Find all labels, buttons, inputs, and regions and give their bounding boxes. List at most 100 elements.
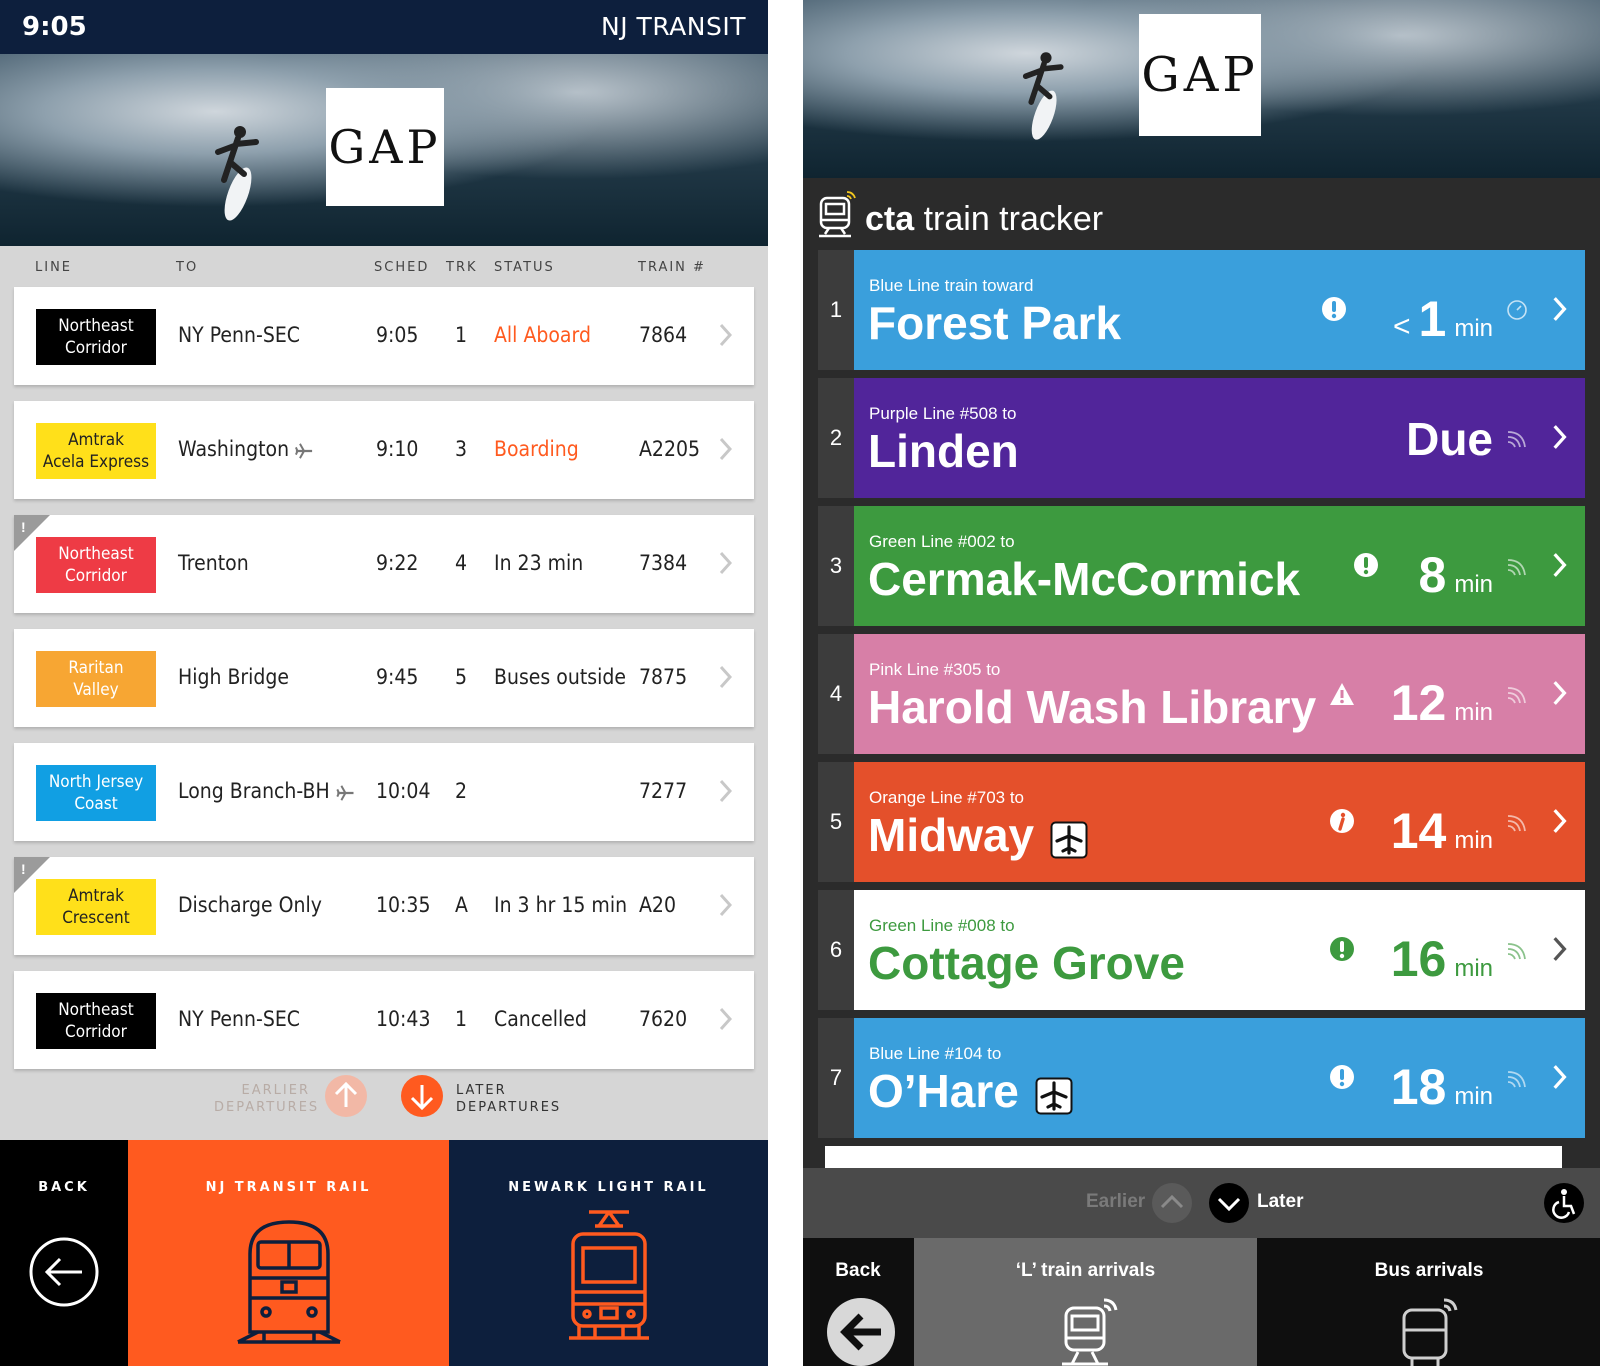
app-title: cta train tracker <box>865 200 1104 238</box>
arrival-card[interactable]: Blue Line train toward Forest Park < 1 m… <box>854 250 1585 370</box>
chevron-right-icon <box>718 437 733 461</box>
later-departures-label: LATER DEPARTURES <box>456 1083 562 1115</box>
nav-bus-arrivals[interactable]: Bus arrivals <box>1258 1238 1600 1366</box>
arrival-card[interactable]: Blue Line #104 to O’Hare 18 min <box>854 1018 1585 1138</box>
track: 1 <box>455 323 468 347</box>
destination: NY Penn-SEC <box>178 1007 300 1031</box>
eta-value: Due <box>1406 413 1493 465</box>
arrival-row[interactable]: 6 Green Line #008 to Cottage Grove 16 mi… <box>818 890 1585 1010</box>
route-label: Blue Line train toward <box>869 276 1034 295</box>
eta-unit: min <box>1454 315 1493 342</box>
status: All Aboard <box>494 323 591 347</box>
nav-back[interactable]: BACK <box>0 1140 128 1366</box>
col-sched: SCHED <box>374 260 430 275</box>
svg-text:!: ! <box>21 519 26 535</box>
clock-time: 9:05 <box>22 12 87 42</box>
destination: High Bridge <box>178 665 290 689</box>
nav-nj-transit-rail[interactable]: NJ TRANSIT RAIL <box>128 1140 449 1366</box>
chevron-right-icon <box>718 893 733 917</box>
train-number: 7277 <box>639 779 688 803</box>
partial-row-8[interactable] <box>825 1146 1562 1168</box>
line-badge: Northeast Corridor <box>36 537 156 593</box>
airport-icon <box>1035 1072 1073 1115</box>
row-number: 7 <box>818 1018 854 1138</box>
eta-value: 8 <box>1418 547 1447 603</box>
arrival-row[interactable]: 5 Orange Line #703 to Midway 14 min <box>818 762 1585 882</box>
track: 2 <box>455 779 468 803</box>
eta-value: 12 <box>1390 675 1447 731</box>
earlier-departures-button[interactable] <box>324 1074 368 1118</box>
later-button[interactable] <box>1208 1182 1250 1224</box>
destination: Linden <box>868 425 1019 477</box>
cta-train-tracker-panel: GAP cta train tracker 1 Blue Line train … <box>803 0 1600 1366</box>
status: Boarding <box>494 437 579 461</box>
departure-row[interactable]: Amtrak Acela Express Washington 9:10 3 Bo… <box>14 401 754 499</box>
destination: Trenton <box>178 551 249 575</box>
arrival-row[interactable]: 2 Purple Line #508 to Linden Due <box>818 378 1585 498</box>
destination: Discharge Only <box>178 893 322 917</box>
track: 3 <box>455 437 468 461</box>
train-number: 7384 <box>639 551 688 575</box>
row-number: 6 <box>818 890 854 1010</box>
line-badge: Amtrak Crescent <box>36 879 156 935</box>
track: 4 <box>455 551 468 575</box>
row-number: 1 <box>818 250 854 370</box>
exclaim-alert-icon <box>1353 552 1379 578</box>
departure-row[interactable]: Northeast Corridor NY Penn-SEC 9:05 1 All… <box>14 287 754 385</box>
scheduled-time: 10:35 <box>376 893 431 917</box>
later-departures-button[interactable] <box>400 1074 444 1118</box>
arrival-row[interactable]: 1 Blue Line train toward Forest Park < 1… <box>818 250 1585 370</box>
nav-l-train-arrivals[interactable]: ‘L’ train arrivals <box>914 1238 1257 1366</box>
cta-pager: Earlier Later <box>803 1168 1600 1238</box>
arrival-row[interactable]: 3 Green Line #002 to Cermak-McCormick 8 … <box>818 506 1585 626</box>
chevron-right-icon <box>718 551 733 575</box>
scheduled-time: 10:43 <box>376 1007 431 1031</box>
departure-row[interactable]: ! Amtrak Crescent Discharge Only 10:35 A … <box>14 857 754 955</box>
line-badge: Northeast Corridor <box>36 309 156 365</box>
departure-row[interactable]: ! Northeast Corridor Trenton 9:22 4 In 23… <box>14 515 754 613</box>
nj-transit-panel: 9:05 NJ TRANSIT GAP LINE TO SCHED TRK ST… <box>0 0 768 1366</box>
exclaim-alert-icon <box>1329 1064 1355 1090</box>
arrival-card[interactable]: Green Line #002 to Cermak-McCormick 8 mi… <box>854 506 1585 626</box>
track: 1 <box>455 1007 468 1031</box>
scheduled-time: 10:04 <box>376 779 431 803</box>
chevron-right-icon <box>718 323 733 347</box>
chevron-right-icon <box>1551 296 1567 322</box>
arrival-row[interactable]: 4 Pink Line #305 to Harold Wash Library … <box>818 634 1585 754</box>
arrival-card[interactable]: Orange Line #703 to Midway 14 min <box>854 762 1585 882</box>
nav-back[interactable]: Back <box>803 1238 913 1366</box>
accessibility-icon[interactable] <box>1543 1182 1585 1224</box>
departure-row[interactable]: Northeast Corridor NY Penn-SEC 10:43 1 Ca… <box>14 971 754 1069</box>
eta-value: 14 <box>1390 803 1447 859</box>
eta-value: 18 <box>1390 1059 1447 1115</box>
col-trk: TRK <box>446 260 478 275</box>
earlier-button[interactable] <box>1151 1182 1193 1224</box>
status: In 3 hr 15 min <box>494 893 628 917</box>
eta-unit: min <box>1454 827 1493 854</box>
gap-ad-banner[interactable]: GAP <box>0 54 768 246</box>
route-label: Pink Line #305 to <box>869 660 1001 679</box>
arrival-row[interactable]: 7 Blue Line #104 to O’Hare 18 min <box>818 1018 1585 1138</box>
eta: 14 min <box>1390 802 1493 859</box>
airport-icon <box>1050 816 1088 859</box>
arrival-card[interactable]: Pink Line #305 to Harold Wash Library 12… <box>854 634 1585 754</box>
arrival-card[interactable]: Green Line #008 to Cottage Grove 16 min <box>854 890 1585 1010</box>
nj-bottom-nav: BACK NJ TRANSIT RAIL NEWARK LIGHT RAIL <box>0 1140 768 1366</box>
departure-row[interactable]: North Jersey Coast Long Branch-BH 10:04 2… <box>14 743 754 841</box>
destination: Midway <box>868 808 1088 862</box>
later-label: Later <box>1257 1191 1304 1212</box>
earlier-label: Earlier <box>1086 1191 1146 1212</box>
earlier-departures-label: EARLIER DEPARTURES <box>214 1083 320 1115</box>
arrival-card[interactable]: Purple Line #508 to Linden Due <box>854 378 1585 498</box>
bus-icon <box>1402 1298 1458 1366</box>
chevron-right-icon <box>1551 936 1567 962</box>
chevron-right-icon <box>1551 680 1567 706</box>
departure-row[interactable]: Raritan Valley High Bridge 9:45 5 Buses o… <box>14 629 754 727</box>
live-tracking-icon <box>1505 554 1529 578</box>
nav-newark-light-rail[interactable]: NEWARK LIGHT RAIL <box>449 1140 768 1366</box>
airport-icon <box>335 783 355 801</box>
chevron-right-icon <box>718 665 733 689</box>
gap-ad-banner-cta[interactable]: GAP <box>803 0 1600 178</box>
eta: 12 min <box>1390 674 1493 731</box>
live-tracking-icon <box>1505 810 1529 834</box>
